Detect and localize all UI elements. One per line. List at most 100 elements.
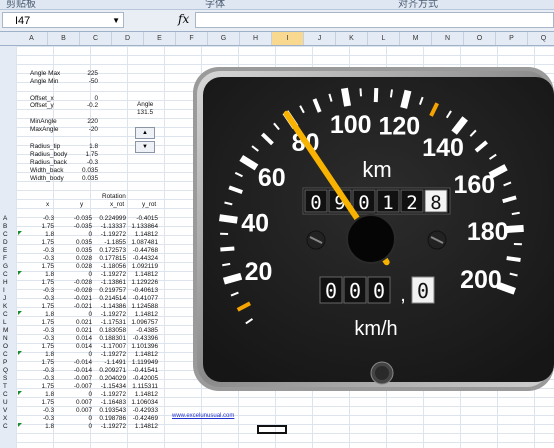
cell[interactable]: X [3,415,7,423]
cell[interactable]: 0 [70,311,92,319]
excelunusual-link[interactable]: www.excelunusual.com [172,413,234,419]
cell[interactable]: C [3,311,8,319]
cell[interactable]: L [3,319,7,327]
cell[interactable]: 0 [70,415,92,423]
cell[interactable]: 0.035 [70,239,92,247]
cell[interactable]: -0.3 [72,159,98,167]
cell[interactable]: 1.8 [34,391,54,399]
cell[interactable]: 225 [72,70,98,78]
column-header[interactable]: E [144,32,176,45]
cell[interactable]: C [3,351,8,359]
cell[interactable]: Angle Max [30,70,60,78]
cell[interactable]: 1.115311 [131,383,158,391]
column-header[interactable]: K [336,32,368,45]
cell[interactable]: -0.014 [70,367,92,375]
cell[interactable]: T [3,383,7,391]
cell[interactable]: 1.8 [34,231,54,239]
cell[interactable]: I [3,287,5,295]
cell[interactable]: 1.14812 [131,311,158,319]
cell[interactable]: -0.3 [34,415,54,423]
column-header[interactable]: F [176,32,208,45]
cell[interactable]: M [3,327,8,335]
cell[interactable]: y_rot [142,201,156,209]
cell[interactable]: 0.193543 [98,407,126,415]
cell[interactable]: Radius_back [30,159,67,167]
cell[interactable]: G [3,263,8,271]
cell[interactable]: 1.75 [34,239,54,247]
cell[interactable]: -0.3 [34,247,54,255]
cell[interactable]: 0.177815 [98,255,126,263]
cell[interactable]: 1.75 [34,343,54,351]
cell[interactable]: 220 [72,118,98,126]
cell[interactable]: Radius_body [30,151,67,159]
cell[interactable]: 1.101396 [131,343,158,351]
cell[interactable]: 0.021 [70,327,92,335]
cell[interactable]: B [3,223,7,231]
cell[interactable]: -1.1855 [98,239,126,247]
cell[interactable]: -0.007 [70,383,92,391]
cell[interactable]: 0.183058 [98,327,126,335]
cell[interactable]: -50 [72,78,98,86]
cell[interactable]: -0.3 [34,335,54,343]
cell[interactable]: 0.188301 [98,335,126,343]
cell[interactable]: 1.75 [34,223,54,231]
cell[interactable]: 1.8 [72,143,98,151]
cell[interactable]: x_rot [110,201,124,209]
cell[interactable]: -1.19272 [98,391,126,399]
cell[interactable]: 1.129226 [131,279,158,287]
column-header[interactable]: I [272,32,304,45]
cell[interactable]: 0.172573 [98,247,126,255]
cell[interactable]: F [3,255,7,263]
cell[interactable]: 1.14812 [131,271,158,279]
cell[interactable]: -0.44324 [131,255,158,263]
cell[interactable]: Offset_y [30,102,54,110]
cell[interactable]: -0.028 [70,279,92,287]
cell[interactable]: 1.8 [34,351,54,359]
cell[interactable]: -0.44768 [131,247,158,255]
cell[interactable]: 0.021 [70,319,92,327]
cell[interactable]: 0.224999 [98,215,126,223]
cell[interactable]: -1.13337 [98,223,126,231]
small-rectangle-shape[interactable] [257,425,287,434]
cell[interactable]: 1.75 [34,359,54,367]
cell[interactable]: 0.198786 [98,415,126,423]
column-header[interactable]: H [240,32,272,45]
ribbon-group-clipboard[interactable]: 剪贴板 [6,0,36,9]
cell[interactable]: -0.41541 [131,367,158,375]
ribbon-group-alignment[interactable]: 对齐方式 [398,0,438,9]
cell[interactable]: J [3,295,6,303]
cell[interactable]: -0.3 [34,255,54,263]
cell[interactable]: 1.124588 [131,303,158,311]
cell[interactable]: -0.42933 [131,407,158,415]
cell[interactable]: -0.3 [34,367,54,375]
cell[interactable]: 1.106034 [131,399,158,407]
cell[interactable]: 0 [70,391,92,399]
cell[interactable]: -20 [72,126,98,134]
cell[interactable]: 0.007 [70,407,92,415]
cell[interactable]: 1.75 [34,279,54,287]
cell[interactable]: -0.007 [70,375,92,383]
formula-input[interactable] [195,12,554,28]
cell[interactable]: 0 [70,231,92,239]
cell[interactable]: 0.014 [70,335,92,343]
cell[interactable]: -0.4015 [131,215,158,223]
cell[interactable]: -0.41077 [131,295,158,303]
cell[interactable]: Angle [137,101,153,109]
cell[interactable]: N [3,335,8,343]
cell[interactable]: C [3,391,8,399]
cell[interactable]: O [3,343,8,351]
cell[interactable]: -1.18056 [98,263,126,271]
cell[interactable]: -1.17007 [98,343,126,351]
column-header[interactable]: Q [528,32,554,45]
cell[interactable]: 0 [70,423,92,431]
cell[interactable]: -0.43396 [131,335,158,343]
name-box[interactable]: I47 ▼ [2,12,124,28]
chevron-down-icon[interactable]: ▼ [112,13,120,29]
column-header[interactable]: P [496,32,528,45]
cell[interactable]: E [3,247,7,255]
cell[interactable]: 1.133864 [131,223,158,231]
fx-icon[interactable]: fx [178,12,189,26]
column-header[interactable]: O [464,32,496,45]
cell[interactable]: C [3,423,8,431]
cell[interactable]: -0.42469 [131,415,158,423]
